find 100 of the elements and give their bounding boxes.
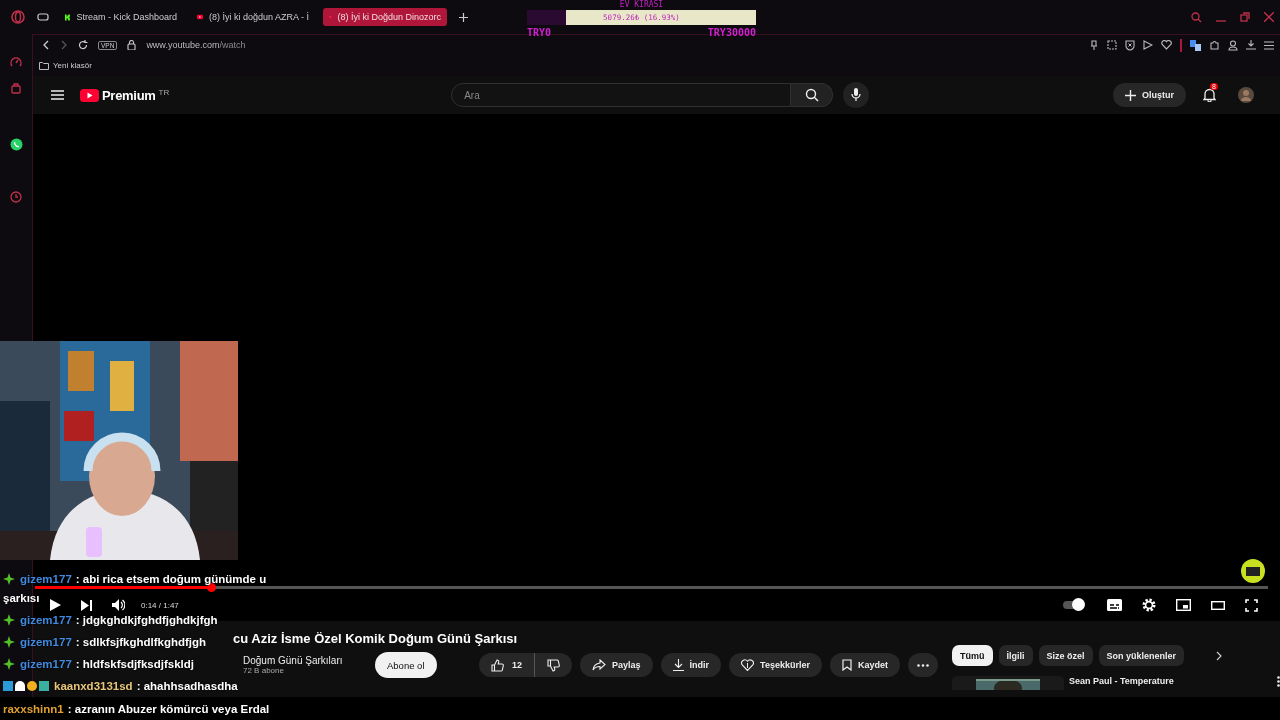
share-button[interactable]: Paylaş <box>580 653 653 677</box>
settings-icon[interactable] <box>1142 598 1156 612</box>
forward-icon[interactable] <box>60 40 68 50</box>
user-icon[interactable] <box>1228 39 1238 51</box>
theater-mode-icon[interactable] <box>1211 600 1225 610</box>
fullscreen-icon[interactable] <box>1245 598 1258 612</box>
sparkle-icon <box>3 573 15 585</box>
chat-message: : azranın Abuzer kömürcü veya Erdal <box>67 702 270 715</box>
clock-icon[interactable] <box>10 191 22 203</box>
region-label: TR <box>158 87 170 97</box>
autoplay-toggle[interactable] <box>1063 601 1083 609</box>
miniplayer-icon[interactable] <box>1176 599 1191 611</box>
channel-name[interactable]: Doğum Günü Şarkıları <box>243 655 343 666</box>
restore-icon[interactable] <box>1240 12 1250 22</box>
filter-chip[interactable]: Tümü <box>952 645 993 666</box>
download-button[interactable]: İndir <box>660 653 722 677</box>
plus-icon <box>1125 89 1136 101</box>
subtitles-icon[interactable] <box>1107 599 1122 611</box>
chat-username[interactable]: raxxshinn1 <box>3 702 64 715</box>
search-icon <box>804 88 819 102</box>
chat-username[interactable]: gizem177 <box>20 573 72 585</box>
snapshot-icon[interactable] <box>1107 40 1117 50</box>
chat-message: : sdlkfsjfkghdlfkghdfjgh <box>75 636 207 648</box>
more-icon <box>917 663 929 667</box>
bookmark-icon <box>842 659 852 671</box>
browser-tab[interactable]: (8) İyi ki doğdun AZRA - İ <box>191 8 315 26</box>
sparkle-icon <box>3 636 15 648</box>
progress-track[interactable] <box>35 586 1268 589</box>
send-icon[interactable] <box>1143 40 1153 50</box>
chat-message: : hldfskfsdjfksdjfskldj <box>75 658 194 670</box>
subscribe-button[interactable]: Abone ol <box>375 652 437 678</box>
browser-tab[interactable]: Stream - Kick Dashboard <box>59 8 183 26</box>
filter-chip[interactable]: Son yüklenenler <box>1098 645 1185 666</box>
premium-logo-text[interactable]: Premium <box>102 87 156 103</box>
share-arrow-icon <box>592 659 607 671</box>
puzzle-icon[interactable] <box>1209 39 1220 51</box>
create-button[interactable]: Oluştur <box>1113 83 1186 107</box>
download-icon <box>672 659 684 671</box>
lock-icon <box>127 40 137 50</box>
goal-title: EV KİRASI <box>618 0 665 10</box>
thumbs-up-icon <box>491 658 505 672</box>
next-icon[interactable] <box>81 599 92 611</box>
volume-icon[interactable] <box>112 599 125 611</box>
chat-message: : abi rica etsem doğum günümde u <box>75 573 267 585</box>
filter-chip[interactable]: Size özel <box>1038 645 1093 666</box>
close-icon[interactable] <box>1264 12 1274 22</box>
progress-handle[interactable] <box>207 583 217 592</box>
tab-title: Stream - Kick Dashboard <box>76 12 177 22</box>
chat-message: : ahahhsadhasdha <box>136 680 238 692</box>
heart-icon[interactable] <box>1161 40 1172 50</box>
heart-icon <box>741 659 755 671</box>
subscribe-badge-icon <box>1240 558 1266 584</box>
pin-icon[interactable] <box>1089 39 1099 51</box>
bookmark-folder[interactable]: Yeni klasör <box>39 61 92 70</box>
goal-min: TRY0 <box>527 27 552 38</box>
chevron-right-icon[interactable] <box>1216 650 1223 661</box>
bag-icon[interactable] <box>10 82 22 94</box>
video-title: cu Aziz İsme Özel Komik Doğum Günü Şarkısı <box>233 631 518 646</box>
chat-username[interactable]: gizem177 <box>20 614 72 626</box>
more-icon[interactable] <box>1277 676 1280 687</box>
translate-icon[interactable] <box>1190 39 1201 51</box>
browser-logo-icon[interactable] <box>11 10 25 24</box>
youtube-logo-icon[interactable] <box>80 88 99 102</box>
subscriber-count: 72 B abone <box>243 666 284 675</box>
shield-icon[interactable] <box>1125 39 1135 51</box>
bell-icon[interactable] <box>1203 88 1216 102</box>
more-button[interactable] <box>908 653 938 677</box>
chat-username[interactable]: kaanxd3131sd <box>54 680 133 692</box>
chat-message: : jdgkghdkjfghdfjghdkjfgh <box>75 614 218 626</box>
gamepad-icon[interactable] <box>37 12 49 22</box>
sparkle-icon <box>3 658 15 670</box>
microphone-icon <box>851 88 862 102</box>
search-icon[interactable] <box>1191 11 1202 23</box>
thumbs-down-icon <box>547 658 561 672</box>
avatar-icon[interactable] <box>1238 87 1254 103</box>
save-button[interactable]: Kaydet <box>830 653 900 677</box>
search-field[interactable]: Ara <box>451 83 792 107</box>
browser-tab[interactable]: (8) İyi ki Doğdun Dinozorc <box>323 8 447 26</box>
filter-chip[interactable]: İlgili <box>998 645 1033 666</box>
chat-message: şarkısı <box>3 592 40 604</box>
sparkle-icon <box>3 614 15 626</box>
download-icon[interactable] <box>1246 40 1256 50</box>
tab-title: (8) İyi ki doğdun AZRA - İ <box>208 12 309 22</box>
new-tab-icon[interactable] <box>459 12 468 22</box>
speedometer-icon[interactable] <box>10 56 22 68</box>
microphone-button[interactable] <box>843 82 870 108</box>
folder-icon <box>39 61 49 70</box>
tab-title: (8) İyi ki Doğdun Dinozorc <box>337 12 441 22</box>
video-title[interactable]: Sean Paul - Temperature <box>1069 676 1272 686</box>
chat-username[interactable]: gizem177 <box>20 658 72 670</box>
search-button[interactable] <box>791 83 834 107</box>
back-icon[interactable] <box>42 40 50 50</box>
reload-icon[interactable] <box>78 40 88 50</box>
youtube-logo-icon <box>197 13 203 21</box>
thanks-button[interactable]: Teşekkürler <box>729 653 822 677</box>
whatsapp-icon[interactable] <box>9 138 23 151</box>
chat-username[interactable]: gizem177 <box>20 636 72 648</box>
menu-icon[interactable] <box>1264 40 1274 50</box>
play-icon[interactable] <box>50 599 61 611</box>
address-field[interactable]: www.youtube.com/watch <box>146 40 246 50</box>
